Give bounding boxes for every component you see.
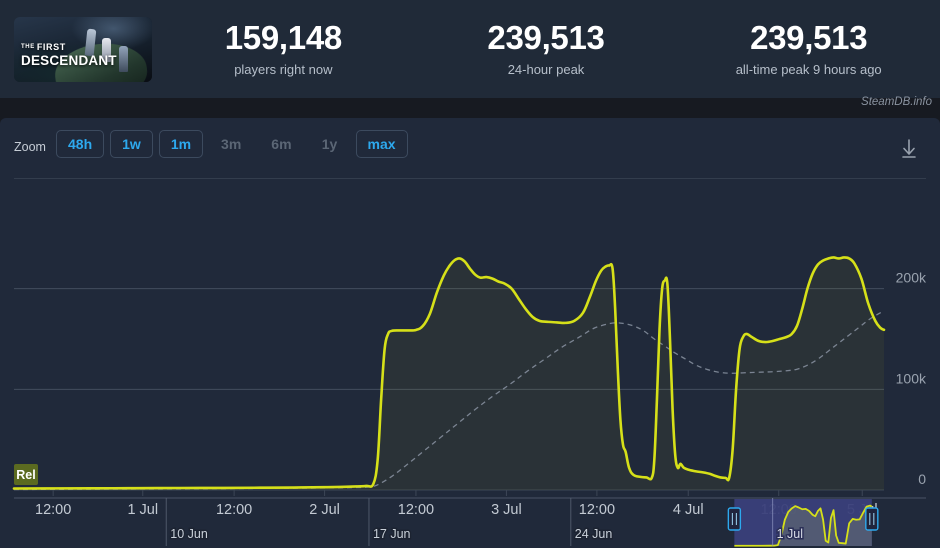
navigator-tick-label: 1 Jul [777,527,803,541]
zoom-label: Zoom [14,140,46,154]
download-icon[interactable] [896,136,922,162]
players-chart-svg[interactable]: 0 100k 200k 12:00 1 Jul 12:00 2 Jul 12:00 3 Jul 1… [0,180,940,548]
stat-players-right-now: 159,148 players right now [152,21,415,77]
navigator-handle-right[interactable] [865,507,879,531]
players-area-fill [14,257,884,490]
player-stats: 159,148 players right now 239,513 24-hou… [152,21,940,77]
zoom-button-max[interactable]: max [355,130,408,158]
x-axis-tick-label: 4 Jul [673,502,704,518]
wordmark-the: THE [21,44,35,50]
navigator-tick-label: 17 Jun [373,527,411,541]
stats-header: THE FIRST DESCENDANT 159,148 players righ… [0,0,940,98]
stat-value: 159,148 [224,19,342,57]
x-axis-tick-label: 12:00 [579,502,615,518]
toolbar-divider [14,178,926,179]
x-axis-tick-label: 12:00 [216,502,252,518]
zoom-button-6m[interactable]: 6m [259,130,303,158]
stat-label: players right now [234,61,333,77]
x-axis-tick-label: 12:00 [398,502,434,518]
y-axis-tick-label: 0 [918,471,926,487]
x-axis-tick-label: 12:00 [35,502,71,518]
steamdb-attribution: SteamDB.info [861,96,932,108]
stat-24-hour-peak: 239,513 24-hour peak [415,21,678,77]
navigator-tick-label: 10 Jun [170,527,208,541]
zoom-button-48h[interactable]: 48h [56,130,105,158]
zoom-button-3m[interactable]: 3m [209,130,253,158]
wordmark-descendant: DESCENDANT [21,53,117,68]
stat-label: all-time peak 9 hours ago [735,61,882,77]
stat-label: 24-hour peak [507,61,585,77]
zoom-button-1m[interactable]: 1m [158,130,204,158]
capsule-character [118,45,128,72]
x-axis-tick-label: 2 Jul [309,502,340,518]
release-marker-label: Rel [16,468,35,482]
x-axis-tick-label: 3 Jul [491,502,522,518]
game-title-wordmark: THE FIRST DESCENDANT [21,43,117,68]
navigator-tick-label: 24 Jun [575,527,613,541]
stat-all-time-peak: 239,513 all-time peak 9 hours ago [677,21,940,77]
x-axis-tick-label: 1 Jul [127,502,158,518]
chart-panel: Zoom 48h 1w 1m 3m 6m 1y max 0 100k 200k 12:00 1 Ju… [0,118,940,548]
y-axis-tick-label: 100k [896,370,927,386]
chart-plot-area[interactable]: 0 100k 200k 12:00 1 Jul 12:00 2 Jul 12:00 3 Jul 1… [0,180,940,548]
navigator-handle-left[interactable] [727,507,742,531]
chart-toolbar: Zoom 48h 1w 1m 3m 6m 1y max [0,118,940,178]
release-marker-flag[interactable]: Rel [14,464,38,485]
zoom-range-buttons: 48h 1w 1m 3m 6m 1y max [56,130,408,158]
zoom-button-1w[interactable]: 1w [110,130,153,158]
y-axis-tick-label: 200k [896,270,927,286]
stat-value: 239,513 [750,19,868,57]
stat-value: 239,513 [487,19,605,57]
zoom-button-1y[interactable]: 1y [310,130,350,158]
wordmark-first: FIRST [36,42,66,52]
steamdb-chart-page: THE FIRST DESCENDANT 159,148 players righ… [0,0,940,548]
game-capsule-image[interactable]: THE FIRST DESCENDANT [14,16,152,82]
